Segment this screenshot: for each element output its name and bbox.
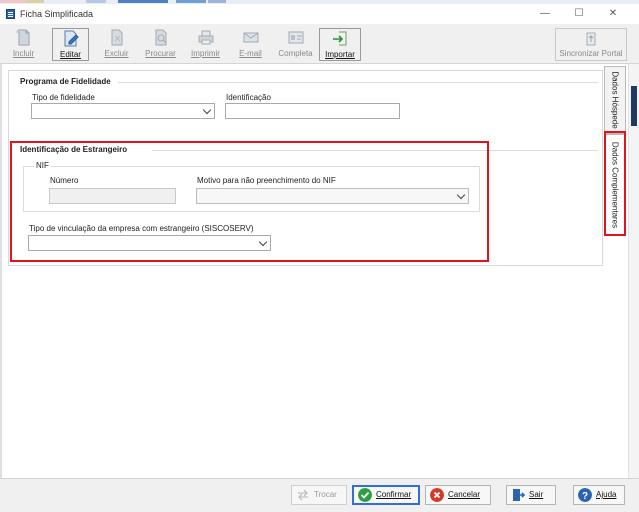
- sair-button[interactable]: Sair: [506, 485, 556, 505]
- id-card-icon: [288, 31, 303, 44]
- email-button[interactable]: E-mail: [232, 28, 269, 61]
- cancelar-button[interactable]: Cancelar: [425, 485, 491, 505]
- x-circle-icon: [430, 488, 444, 502]
- exit-door-icon: [513, 489, 525, 501]
- incluir-button[interactable]: Incluir: [5, 28, 42, 61]
- help-circle-icon: ?: [578, 488, 592, 502]
- printer-icon: [198, 30, 213, 45]
- procurar-button[interactable]: Procurar: [142, 28, 179, 61]
- minimize-button[interactable]: —: [530, 7, 560, 22]
- check-circle-icon: [358, 488, 372, 502]
- title-bar: Ficha Simplificada — ☐ ✕: [0, 4, 639, 24]
- fidelidade-group-line: [118, 82, 598, 83]
- bottom-action-bar: Trocar Confirmar Cancelar Sair ? Ajuda: [0, 478, 639, 512]
- completa-button[interactable]: Completa: [277, 28, 314, 61]
- editar-button[interactable]: Editar: [52, 28, 89, 61]
- excluir-button[interactable]: Excluir: [98, 28, 135, 61]
- import-arrow-icon: [333, 31, 347, 46]
- toolbar: Incluir Editar Excluir Procurar Imprimir…: [0, 24, 639, 64]
- ajuda-button[interactable]: ? Ajuda: [573, 485, 625, 505]
- identificacao-label: Identificação: [226, 93, 271, 102]
- app-form-icon: [6, 9, 15, 19]
- fidelidade-group-title: Programa de Fidelidade: [20, 77, 111, 86]
- trocar-button[interactable]: Trocar: [291, 485, 347, 505]
- scrollbar-thumb[interactable]: [631, 86, 637, 126]
- highlight-tab: [604, 131, 626, 236]
- right-scrollbar[interactable]: [628, 64, 639, 478]
- new-document-icon: [15, 29, 29, 46]
- svg-text:?: ?: [582, 491, 588, 502]
- tab-dados-hospede[interactable]: Dados Hóspede: [604, 66, 626, 134]
- delete-document-icon: [111, 29, 122, 46]
- sincronizar-portal-button[interactable]: Sincronizar Portal: [555, 28, 627, 61]
- confirmar-button[interactable]: Confirmar: [352, 485, 420, 505]
- search-document-icon: [155, 29, 166, 46]
- importar-button[interactable]: Importar: [319, 28, 361, 61]
- sync-portal-icon: [586, 32, 596, 46]
- tipo-fidelidade-label: Tipo de fidelidade: [32, 93, 95, 102]
- chevron-down-icon: [202, 105, 212, 115]
- imprimir-button[interactable]: Imprimir: [187, 28, 224, 61]
- swap-icon: [298, 489, 308, 501]
- tipo-fidelidade-select[interactable]: [31, 103, 215, 119]
- form-area: [2, 64, 639, 478]
- close-button[interactable]: ✕: [598, 7, 628, 22]
- window-title: Ficha Simplificada: [20, 9, 94, 19]
- highlight-estrangeiro: [10, 141, 489, 262]
- maximize-button[interactable]: ☐: [564, 7, 594, 22]
- identificacao-input[interactable]: [225, 103, 400, 119]
- envelope-icon: [243, 32, 258, 43]
- edit-document-icon: [64, 30, 79, 47]
